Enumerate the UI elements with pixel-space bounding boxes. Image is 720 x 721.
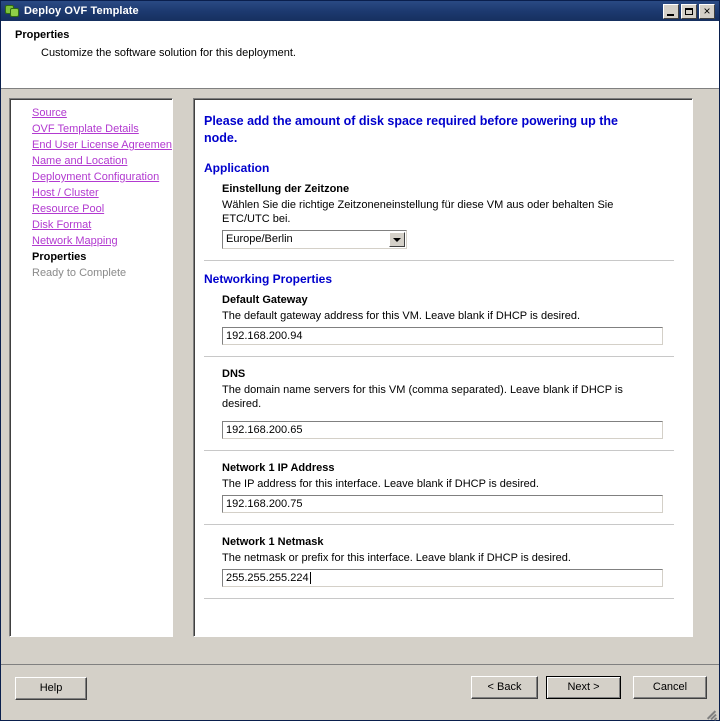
page-title: Properties bbox=[15, 29, 70, 41]
vmware-ovf-icon bbox=[4, 3, 20, 19]
section-heading: Application bbox=[204, 161, 270, 175]
close-icon[interactable] bbox=[699, 3, 715, 19]
deploy-ovf-template-window: Deploy OVF Template Properties Customize… bbox=[0, 0, 720, 721]
sidebar-item-name-and-location[interactable]: Name and Location bbox=[10, 153, 172, 169]
wizard-header: Properties Customize the software soluti… bbox=[1, 21, 719, 89]
minimize-icon[interactable] bbox=[663, 3, 679, 19]
field-divider bbox=[204, 524, 674, 525]
field-group: DNS The domain name servers for this VM (… bbox=[204, 368, 680, 439]
cancel-button[interactable]: Cancel bbox=[633, 676, 707, 699]
default-gateway-input[interactable]: 192.168.200.94 bbox=[222, 327, 663, 345]
back-button[interactable]: < Back bbox=[471, 676, 538, 699]
sidebar-item-deployment-configuration[interactable]: Deployment Configuration bbox=[10, 169, 172, 185]
network-1-netmask-input[interactable]: 255.255.255.224 bbox=[222, 569, 663, 587]
field-label: Network 1 IP Address bbox=[222, 462, 335, 474]
section-divider bbox=[204, 598, 674, 599]
field-label: Einstellung der Zeitzone bbox=[222, 183, 350, 195]
field-divider bbox=[204, 356, 674, 357]
sidebar-item-properties: Properties bbox=[32, 251, 87, 263]
field-description: The netmask or prefix for this interface… bbox=[222, 552, 571, 564]
sidebar-item-source[interactable]: Source bbox=[10, 105, 172, 121]
notice-text: Please add the amount of disk space requ… bbox=[204, 114, 618, 145]
wizard-footer: Help < Back Next > Cancel bbox=[1, 664, 719, 721]
field-description: The domain name servers for this VM (com… bbox=[222, 384, 623, 410]
maximize-icon[interactable] bbox=[681, 3, 697, 19]
window-controls bbox=[663, 3, 717, 19]
sidebar-item-disk-format[interactable]: Disk Format bbox=[10, 217, 172, 233]
field-label: Default Gateway bbox=[222, 294, 308, 306]
timezone-select[interactable]: Europe/Berlin bbox=[222, 230, 407, 249]
help-button[interactable]: Help bbox=[15, 677, 87, 700]
chevron-down-icon[interactable] bbox=[389, 232, 405, 247]
network-1-ip-address-input[interactable]: 192.168.200.75 bbox=[222, 495, 663, 513]
section-heading: Networking Properties bbox=[204, 272, 333, 286]
sidebar-item-end-user-license-agreement[interactable]: End User License Agreement bbox=[10, 137, 172, 153]
properties-panel: Please add the amount of disk space requ… bbox=[193, 98, 693, 637]
section-divider bbox=[204, 260, 674, 261]
sidebar-item-ovf-template-details[interactable]: OVF Template Details bbox=[10, 121, 172, 137]
sidebar-item-ready-to-complete: Ready to Complete bbox=[32, 267, 127, 279]
sidebar-item-resource-pool[interactable]: Resource Pool bbox=[10, 201, 172, 217]
field-description: The IP address for this interface. Leave… bbox=[222, 478, 539, 490]
window-titlebar: Deploy OVF Template bbox=[1, 1, 719, 21]
wizard-body: Source OVF Template Details End User Licen… bbox=[1, 89, 719, 664]
resize-grip-icon[interactable] bbox=[704, 706, 718, 721]
timezone-select-value: Europe/Berlin bbox=[226, 233, 293, 245]
field-group: Default Gateway The default gateway addre… bbox=[204, 294, 680, 345]
field-group: Einstellung der Zeitzone Wählen Sie die r… bbox=[204, 183, 680, 249]
field-description: Wählen Sie die richtige Zeitzoneneinstel… bbox=[222, 199, 614, 225]
dns-input[interactable]: 192.168.200.65 bbox=[222, 421, 663, 439]
field-group: Network 1 IP Address The IP address for t… bbox=[204, 462, 680, 513]
field-description: The default gateway address for this VM.… bbox=[222, 310, 581, 322]
window-title: Deploy OVF Template bbox=[24, 5, 139, 17]
field-divider bbox=[204, 450, 674, 451]
next-button[interactable]: Next > bbox=[546, 676, 621, 699]
wizard-step-nav: Source OVF Template Details End User Licen… bbox=[9, 98, 173, 637]
sidebar-item-host-cluster[interactable]: Host / Cluster bbox=[10, 185, 172, 201]
page-subtitle: Customize the software solution for this… bbox=[41, 47, 296, 59]
field-label: DNS bbox=[222, 368, 246, 380]
field-group: Network 1 Netmask The netmask or prefix f… bbox=[204, 536, 680, 587]
field-label: Network 1 Netmask bbox=[222, 536, 324, 548]
sidebar-item-network-mapping[interactable]: Network Mapping bbox=[10, 233, 172, 249]
